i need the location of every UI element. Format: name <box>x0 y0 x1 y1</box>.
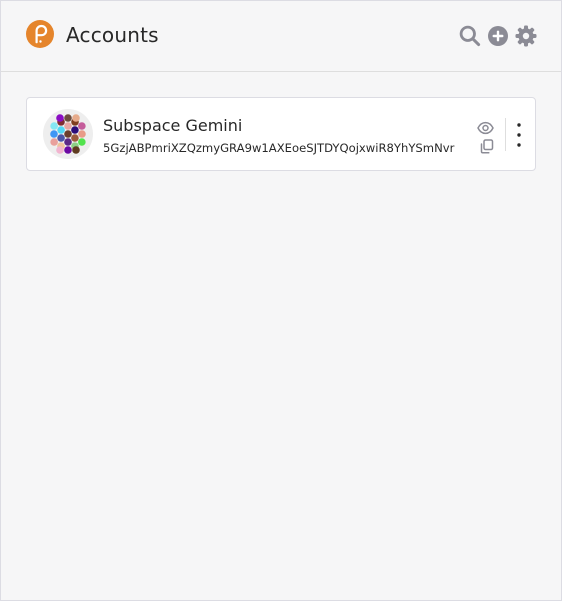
identicon-dot <box>71 134 79 142</box>
identicon-dot <box>50 122 58 130</box>
identicon-dot <box>72 146 80 154</box>
identicon-dot <box>56 146 64 154</box>
account-card[interactable]: Subspace Gemini 5GzjABPmriXZQzmyGRA9w1AX… <box>26 97 536 171</box>
identicon-dot <box>64 130 72 138</box>
identicon-dot <box>64 114 72 122</box>
add-icon[interactable] <box>487 25 509 47</box>
eye-icon[interactable] <box>477 121 494 135</box>
identicon-dot <box>50 138 58 146</box>
identicon-dot <box>56 114 64 122</box>
identicon <box>43 109 93 159</box>
identicon-dot <box>64 122 72 130</box>
popup-window: Accounts Subspace Gemini 5GzjABPmriXZQzm… <box>0 0 562 601</box>
identicon-dot <box>78 130 86 138</box>
search-icon[interactable] <box>459 25 481 47</box>
header: Accounts <box>1 1 561 72</box>
identicon-dot <box>64 138 72 146</box>
card-divider <box>505 118 506 151</box>
settings-icon[interactable] <box>515 25 537 47</box>
identicon-dot <box>78 138 86 146</box>
identicon-dot <box>78 122 86 130</box>
identicon-dot <box>72 114 80 122</box>
copy-icon[interactable] <box>479 139 494 154</box>
identicon-dot <box>64 146 72 154</box>
more-options-icon[interactable] <box>513 122 525 148</box>
page-title: Accounts <box>66 23 159 47</box>
identicon-dot <box>50 130 58 138</box>
account-address: 5GzjABPmriXZQzmyGRA9w1AXEoeSJTDYQojxwiR8… <box>103 141 455 155</box>
account-name: Subspace Gemini <box>103 116 243 135</box>
identicon-dot <box>71 126 79 134</box>
identicon-dot <box>57 126 65 134</box>
logo-icon <box>26 20 54 48</box>
identicon-dot <box>57 134 65 142</box>
